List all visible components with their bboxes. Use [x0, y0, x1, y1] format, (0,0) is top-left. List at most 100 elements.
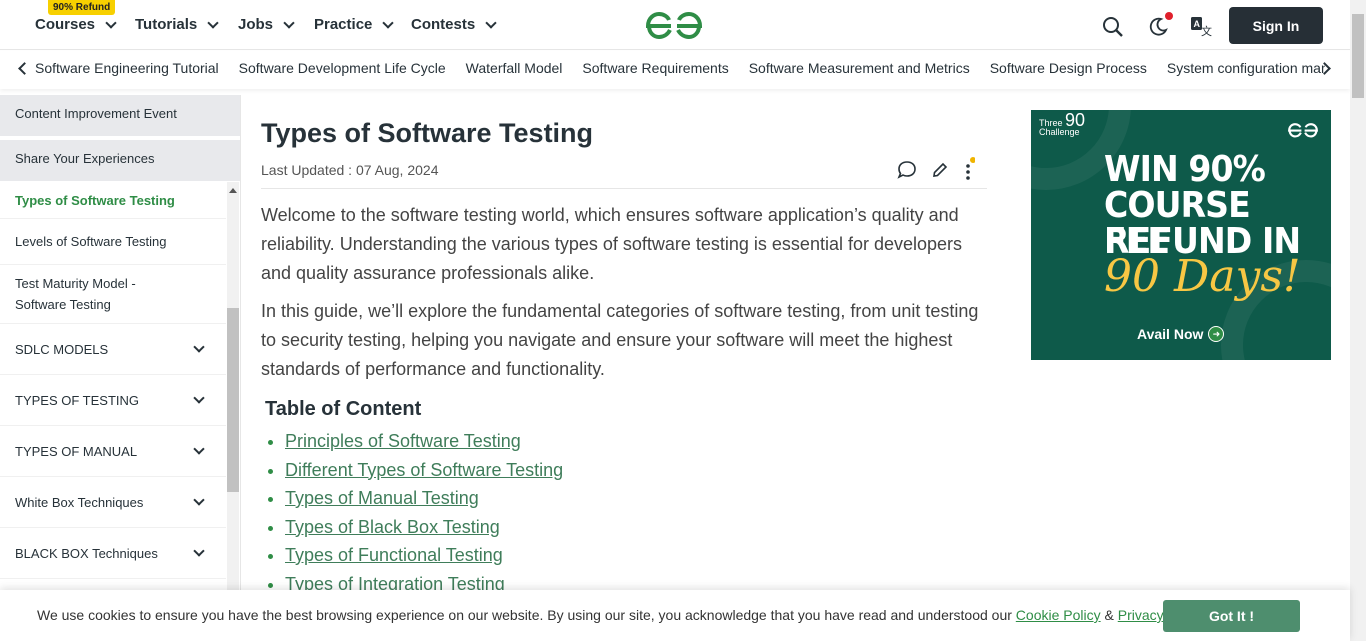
last-updated: Last Updated : 07 Aug, 2024 — [261, 162, 439, 178]
chevron-down-icon — [382, 16, 395, 29]
sidebar-item-sdlc-models[interactable]: SDLC MODELS — [0, 324, 226, 375]
sidebar-scrollbar[interactable] — [227, 182, 239, 641]
cookie-ampersand: & — [1104, 607, 1114, 623]
chevron-down-icon — [193, 443, 205, 455]
article: Types of Software Testing Last Updated :… — [261, 110, 987, 598]
sidebar-item-label: White Box Techniques — [15, 494, 144, 510]
sidebar-item-types-of-testing[interactable]: TYPES OF TESTING — [0, 375, 226, 426]
ad-badge-bottom: Challenge — [1039, 127, 1080, 137]
sidebar-item-label: SDLC MODELS — [15, 341, 109, 357]
dark-mode-icon[interactable] — [1147, 16, 1169, 38]
chevron-down-icon — [193, 341, 205, 353]
search-icon[interactable] — [1102, 16, 1124, 38]
sign-in-button[interactable]: Sign In — [1229, 7, 1323, 44]
ad-highlight: 90 Days! — [1104, 251, 1301, 302]
cookie-banner: We use cookies to ensure you have the be… — [0, 590, 1350, 641]
ad-cta[interactable]: Avail Now ➜ — [1137, 326, 1225, 342]
sidebar-item-label: BLACK BOX Techniques — [15, 545, 158, 561]
sidebar-list: Types of Software Testing Levels of Soft… — [0, 182, 226, 579]
sidebar-item-share-experiences[interactable]: Share Your Experiences — [0, 140, 240, 181]
nav-courses[interactable]: Courses — [35, 16, 117, 33]
sidebar-item-test-maturity-model[interactable]: Test Maturity Model - Software Testing — [0, 265, 226, 324]
svg-text:文: 文 — [1201, 24, 1212, 37]
scroll-up-icon[interactable] — [229, 188, 237, 193]
subnav-list: Software Engineering Tutorial Software De… — [35, 60, 1325, 76]
toc-heading: Table of Content — [265, 398, 422, 420]
sidebar-item-types-of-manual[interactable]: TYPES OF MANUAL — [0, 426, 226, 477]
sidebar-item-label: Test Maturity Model - Software Testing — [15, 276, 136, 312]
chevron-down-icon — [485, 16, 497, 29]
toc-link[interactable]: Types of Black Box Testing — [285, 517, 500, 537]
refund-badge: 90% Refund — [48, 0, 116, 15]
gfg-logo-icon[interactable] — [644, 10, 704, 40]
guide-paragraph: In this guide, we’ll explore the fundame… — [261, 301, 979, 379]
comment-icon[interactable] — [897, 160, 917, 180]
sidebar-item-types-of-software-testing[interactable]: Types of Software Testing — [0, 182, 226, 219]
chevron-down-icon — [193, 494, 205, 506]
ad-challenge-badge: Three 90 Challenge — [1039, 111, 1085, 137]
toc-item: Principles of Software Testing — [285, 427, 987, 456]
translate-icon[interactable]: A 文 — [1190, 15, 1212, 37]
chevron-down-icon — [105, 16, 117, 29]
ad-headline: WIN 90% — [1104, 149, 1266, 190]
got-it-button[interactable]: Got It ! — [1163, 600, 1300, 632]
edit-icon[interactable] — [931, 161, 949, 179]
sidebar-item-levels-of-testing[interactable]: Levels of Software Testing — [0, 219, 226, 265]
toc-item: Different Types of Software Testing — [285, 456, 987, 485]
sidebar: Content Improvement Event Share Your Exp… — [0, 95, 241, 641]
sidebar-item-white-box[interactable]: White Box Techniques — [0, 477, 226, 528]
chevron-left-icon[interactable] — [18, 62, 31, 75]
gfg-logo-icon — [1288, 123, 1318, 138]
page-scrollbar[interactable] — [1350, 0, 1366, 641]
ad-cta-label: Avail Now — [1137, 326, 1204, 342]
toc-item: Types of Black Box Testing — [285, 513, 987, 542]
svg-text:A: A — [1194, 19, 1201, 29]
topic-subnav: Software Engineering Tutorial Software De… — [0, 51, 1350, 89]
nav-jobs[interactable]: Jobs — [238, 16, 295, 33]
cookie-policy-link[interactable]: Cookie Policy — [1016, 607, 1101, 623]
notification-dot — [1165, 12, 1173, 20]
page-title: Types of Software Testing — [261, 118, 594, 148]
nav-label: Jobs — [238, 16, 274, 33]
sidebar-item-label: TYPES OF MANUAL — [15, 443, 138, 459]
nav-contests[interactable]: Contests — [411, 16, 497, 33]
nav-practice[interactable]: Practice — [314, 16, 395, 33]
cookie-message: We use cookies to ensure you have the be… — [37, 607, 1205, 623]
subnav-item[interactable]: Software Requirements — [582, 60, 728, 76]
page-scroll-thumb[interactable] — [1352, 14, 1364, 98]
chevron-down-icon — [193, 545, 205, 557]
toc-link[interactable]: Different Types of Software Testing — [285, 460, 563, 480]
sidebar-item-label: Levels of Software Testing — [15, 234, 167, 249]
nav-label: Practice — [314, 16, 373, 33]
top-header: 90% Refund Courses Tutorials Jobs Practi… — [0, 0, 1350, 50]
intro-paragraph: Welcome to the software testing world, w… — [261, 205, 963, 283]
toc-item: Types of Manual Testing — [285, 484, 987, 513]
table-of-contents: Principles of Software Testing Different… — [285, 427, 987, 598]
chevron-down-icon — [283, 16, 295, 29]
subnav-item[interactable]: Waterfall Model — [466, 60, 563, 76]
toc-link[interactable]: Principles of Software Testing — [285, 431, 521, 451]
sidebar-item-label: TYPES OF TESTING — [15, 392, 140, 408]
article-actions — [897, 157, 975, 183]
sidebar-item-black-box[interactable]: BLACK BOX Techniques — [0, 528, 226, 579]
advertisement-banner[interactable]: Three 90 Challenge WIN 90% COURSE FEE RE… — [1031, 110, 1331, 360]
nav-label: Courses — [35, 16, 96, 33]
chevron-down-icon — [193, 392, 205, 404]
cookie-text: We use cookies to ensure you have the be… — [37, 607, 1012, 623]
nav-tutorials[interactable]: Tutorials — [135, 16, 219, 33]
toc-link[interactable]: Types of Manual Testing — [285, 488, 479, 508]
subnav-item[interactable]: System configuration management — [1167, 60, 1325, 76]
toc-link[interactable]: Types of Functional Testing — [285, 545, 503, 565]
sidebar-item-content-improvement[interactable]: Content Improvement Event — [0, 95, 240, 136]
subnav-item[interactable]: Software Engineering Tutorial — [35, 60, 219, 76]
more-options-icon[interactable] — [963, 157, 975, 183]
subnav-item[interactable]: Software Development Life Cycle — [239, 60, 446, 76]
subnav-item[interactable]: Software Measurement and Metrics — [749, 60, 970, 76]
chevron-down-icon — [207, 16, 219, 29]
nav-label: Contests — [411, 16, 476, 33]
nav-label: Tutorials — [135, 16, 198, 33]
subnav-item[interactable]: Software Design Process — [990, 60, 1147, 76]
sidebar-scroll-thumb[interactable] — [227, 308, 239, 492]
sidebar-item-label: Types of Software Testing — [15, 192, 175, 208]
toc-item: Types of Functional Testing — [285, 541, 987, 570]
